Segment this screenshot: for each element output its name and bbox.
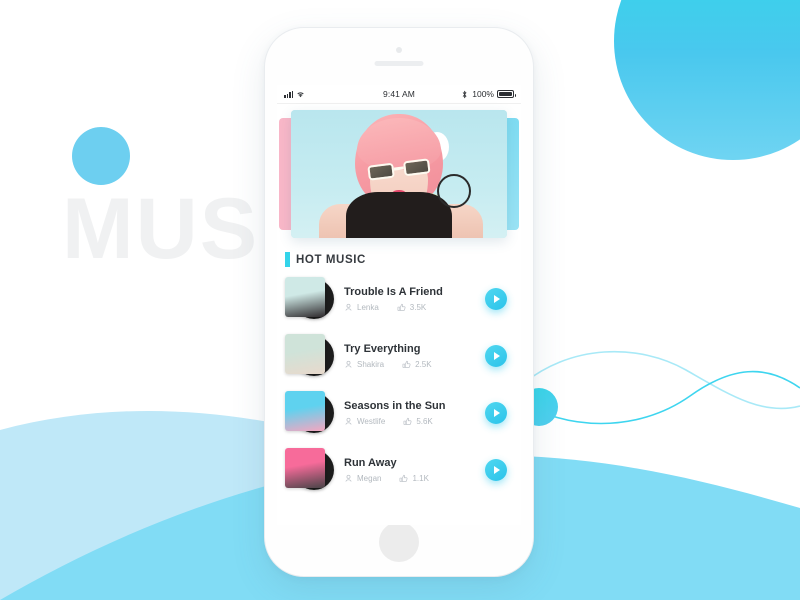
carousel-active-card[interactable] [291, 110, 507, 238]
song-artist: Megan [357, 473, 382, 483]
play-button[interactable] [485, 458, 507, 481]
song-meta: Try Everything Shakira 2.5K [334, 343, 485, 369]
song-likes: 2.5K [415, 359, 432, 369]
song-subinfo: Megan 1.1K [344, 474, 485, 483]
song-thumbnail [285, 277, 334, 320]
phone-device: 9:41 AM 100% HOT MUSIC Trouble Is A Frie… [264, 27, 534, 577]
song-thumbnail [285, 391, 334, 434]
song-meta: Trouble Is A Friend Lenka 3.5K [334, 286, 485, 312]
play-icon [494, 465, 500, 474]
battery-percent-label: 100% [472, 89, 494, 99]
status-bar: 9:41 AM 100% [277, 85, 521, 104]
album-art [285, 391, 325, 431]
play-icon [494, 351, 500, 360]
person-icon [345, 360, 352, 368]
album-art [285, 334, 325, 374]
battery-icon [497, 90, 516, 98]
song-artist: Westlife [357, 416, 386, 426]
play-button[interactable] [485, 401, 507, 424]
song-likes: 3.5K [409, 302, 427, 312]
song-title: Try Everything [344, 342, 421, 355]
song-row[interactable]: Trouble Is A Friend Lenka 3.5K [285, 274, 513, 323]
section-title: HOT MUSIC [296, 253, 366, 266]
song-row[interactable]: Run Away Megan 1.1K [285, 445, 513, 494]
song-artist: Lenka [357, 302, 379, 312]
song-subinfo: Westlife 5.6K [344, 417, 485, 426]
song-meta: Seasons in the Sun Westlife 5.6K [334, 400, 485, 426]
play-icon [494, 408, 500, 417]
song-title: Trouble Is A Friend [344, 285, 443, 298]
thumbs-up-icon [403, 417, 412, 425]
song-thumbnail [285, 334, 334, 377]
play-icon [494, 294, 500, 303]
featured-carousel[interactable] [277, 110, 521, 238]
artwork-top [346, 192, 452, 238]
song-title: Run Away [344, 456, 397, 469]
person-icon [345, 417, 352, 425]
screenshot-stage: MUSIC 9:41 AM 100% HOT MUSIC Trouble Is … [0, 0, 800, 600]
section-accent-bar [285, 252, 290, 267]
play-button[interactable] [485, 287, 507, 310]
person-icon [345, 303, 352, 311]
artwork-ring-accent [437, 174, 471, 208]
song-row[interactable]: Try Everything Shakira 2.5K [285, 331, 513, 380]
front-camera-icon [396, 47, 402, 53]
song-subinfo: Lenka 3.5K [344, 303, 485, 312]
earpiece-speaker [374, 61, 424, 66]
song-subinfo: Shakira 2.5K [344, 360, 485, 369]
thumbs-up-icon [402, 360, 411, 368]
phone-screen: 9:41 AM 100% HOT MUSIC Trouble Is A Frie… [277, 85, 521, 525]
thumbs-up-icon [397, 303, 406, 311]
person-icon [345, 474, 352, 482]
song-meta: Run Away Megan 1.1K [334, 457, 485, 483]
thumbs-up-icon [400, 474, 408, 482]
song-likes: 1.1K [412, 473, 429, 483]
home-button[interactable] [379, 522, 419, 562]
song-row[interactable]: Seasons in the Sun Westlife 5.6K [285, 388, 513, 437]
song-artist: Shakira [357, 359, 385, 369]
section-header: HOT MUSIC [285, 252, 521, 267]
song-list: Trouble Is A Friend Lenka 3.5K Try Every… [277, 274, 521, 494]
bluetooth-icon [462, 90, 467, 98]
play-button[interactable] [485, 344, 507, 367]
song-title: Seasons in the Sun [344, 399, 446, 412]
song-likes: 5.6K [416, 416, 433, 426]
song-thumbnail [285, 448, 334, 491]
album-art [285, 448, 325, 488]
decorative-circle-left [72, 127, 130, 185]
decorative-circle-top-right [614, 0, 800, 160]
album-art [285, 277, 325, 317]
